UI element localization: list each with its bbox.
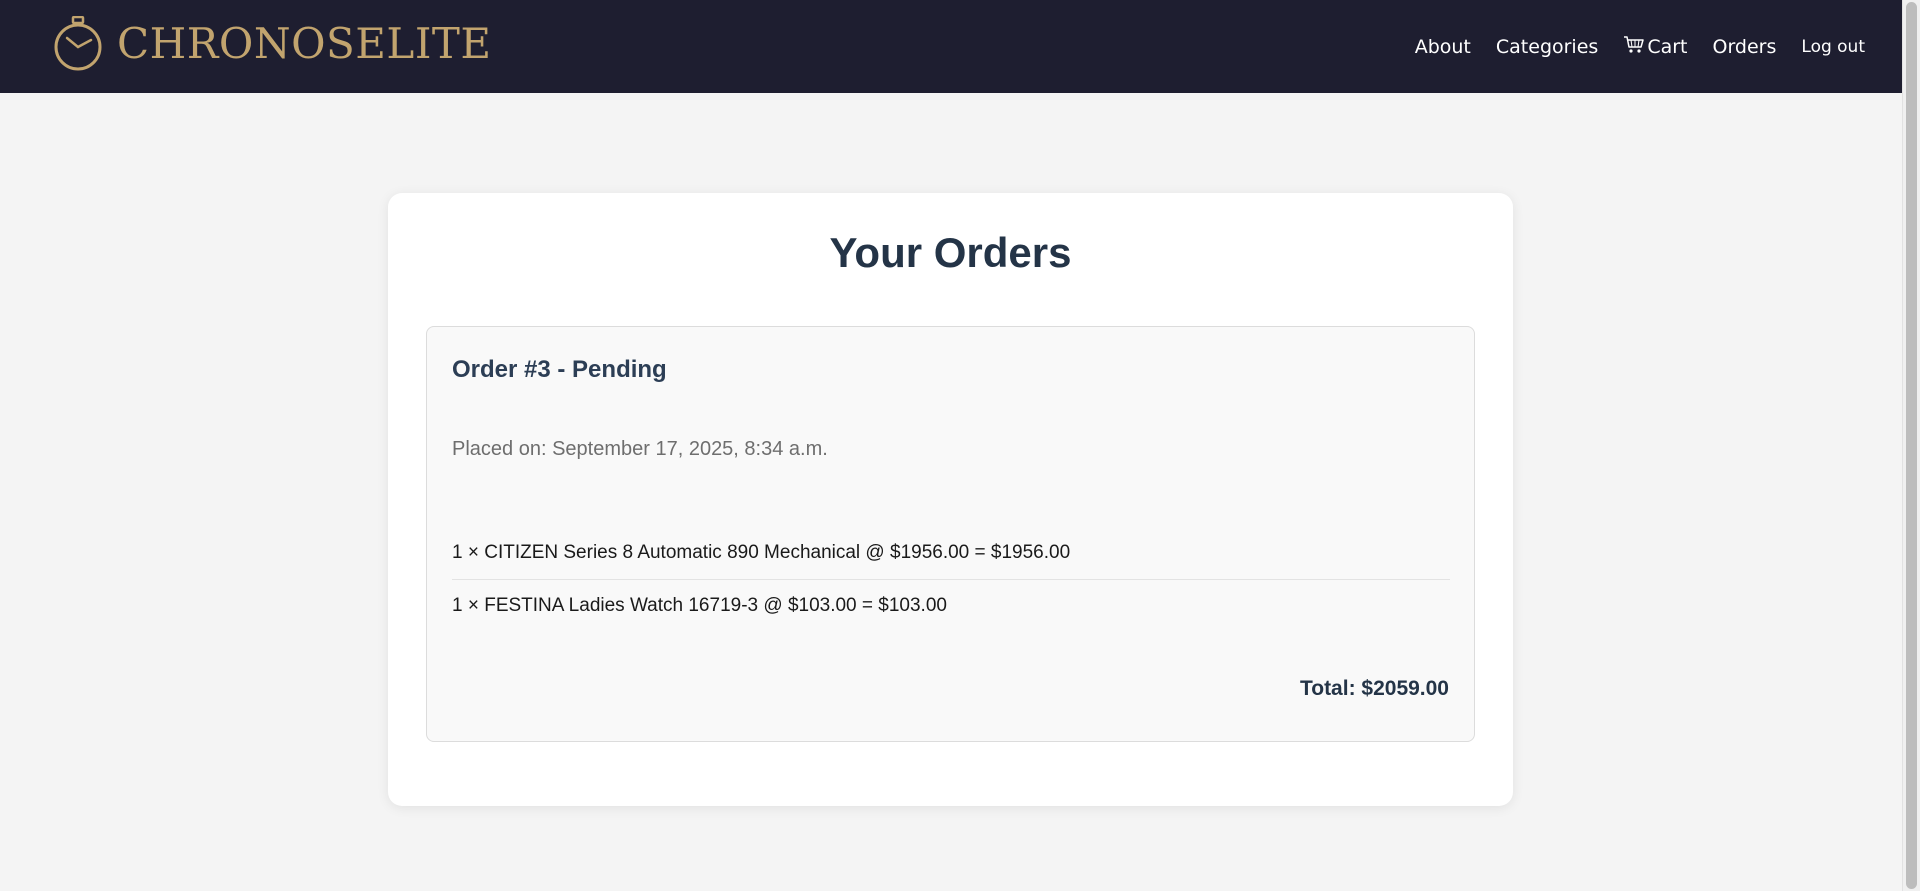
nav-cart-label: Cart	[1647, 35, 1688, 58]
scrollbar-thumb[interactable]	[1906, 2, 1917, 889]
logout-button[interactable]: Log out	[1801, 37, 1865, 57]
main-nav: About Categories Cart Orders Log out	[1390, 0, 1865, 93]
order-card: Order #3 - Pending Placed on: September …	[426, 326, 1475, 742]
vertical-scrollbar[interactable]	[1902, 0, 1920, 891]
stopwatch-icon	[53, 16, 103, 72]
orders-card: Your Orders Order #3 - Pending Placed on…	[388, 193, 1513, 806]
nav-orders[interactable]: Orders	[1712, 36, 1776, 58]
order-total: Total: $2059.00	[1299, 677, 1449, 700]
nav-about[interactable]: About	[1415, 36, 1471, 58]
page-title: Your Orders	[829, 229, 1072, 276]
order-heading: Order #3 - Pending	[452, 356, 667, 383]
cart-icon	[1623, 34, 1645, 59]
navbar: CHRONOSELITE About Categories Cart Order…	[0, 0, 1902, 93]
order-items: 1 × CITIZEN Series 8 Automatic 890 Mecha…	[452, 527, 1450, 631]
nav-cart[interactable]: Cart	[1623, 34, 1687, 59]
order-date: Placed on: September 17, 2025, 8:34 a.m.	[452, 438, 828, 460]
order-item: 1 × CITIZEN Series 8 Automatic 890 Mecha…	[452, 542, 1071, 563]
nav-categories[interactable]: Categories	[1496, 36, 1598, 58]
page: CHRONOSELITE About Categories Cart Order…	[0, 0, 1902, 891]
brand-name: CHRONOSELITE	[117, 19, 492, 68]
order-item: 1 × FESTINA Ladies Watch 16719-3 @ $103.…	[452, 579, 1450, 631]
brand-logo[interactable]: CHRONOSELITE	[53, 15, 492, 73]
